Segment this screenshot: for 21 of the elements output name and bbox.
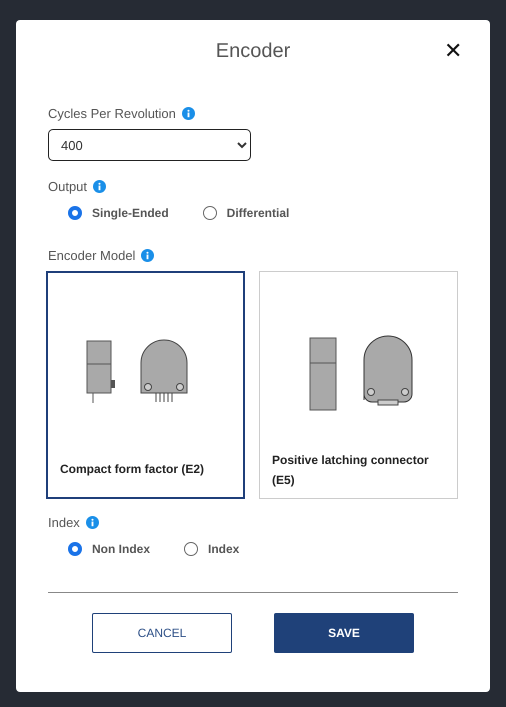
radio-option[interactable]: Index: [184, 542, 240, 556]
card-label: Compact form factor (E2): [60, 461, 204, 478]
cycles-select[interactable]: 400: [48, 129, 251, 161]
save-button[interactable]: SAVE: [274, 613, 414, 653]
encoder-model-card[interactable]: Compact form factor (E2): [46, 271, 245, 499]
info-icon[interactable]: [141, 249, 154, 262]
info-icon[interactable]: [182, 107, 195, 120]
dialog-title: Encoder: [216, 40, 290, 64]
field-label: Index: [48, 515, 80, 530]
info-icon[interactable]: [93, 180, 106, 193]
field-label: Encoder Model: [48, 248, 136, 263]
close-button[interactable]: ✕: [440, 38, 466, 64]
cancel-button[interactable]: CANCEL: [92, 613, 232, 653]
radio-option[interactable]: Differential: [202, 206, 290, 220]
card-label: Positive latching connector (E5): [272, 452, 430, 489]
encoder-model-card[interactable]: Positive latching connector (E5): [259, 271, 458, 499]
info-icon[interactable]: [86, 516, 99, 529]
radio-option[interactable]: Single-Ended: [68, 206, 169, 220]
field-label: Cycles Per Revolution: [48, 106, 176, 121]
radio-option[interactable]: Non Index: [68, 542, 150, 556]
field-label: Output: [48, 179, 88, 194]
